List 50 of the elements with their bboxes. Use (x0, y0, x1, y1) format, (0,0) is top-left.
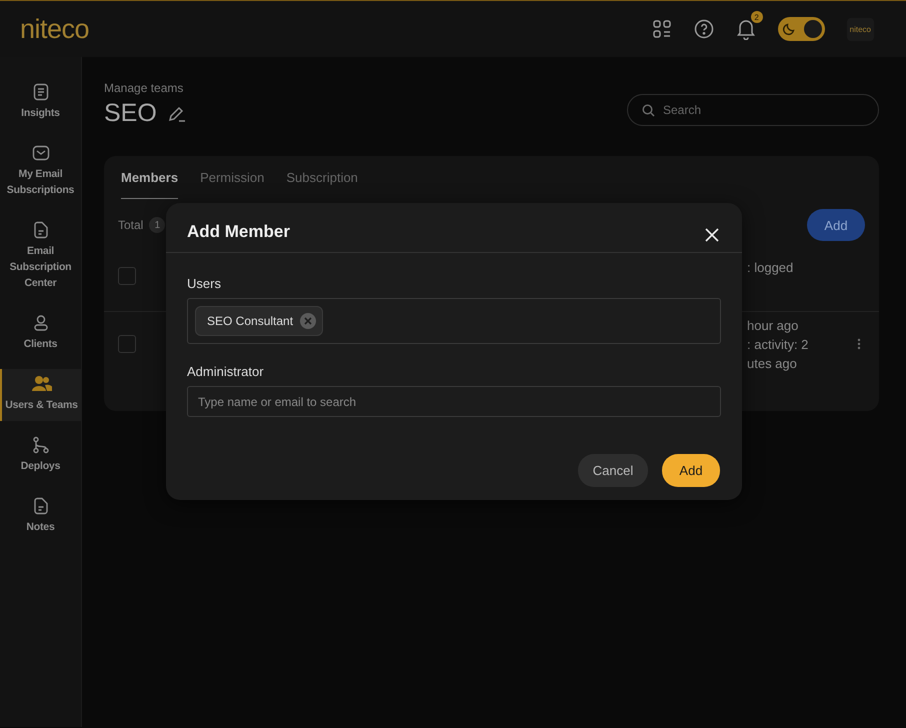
search-field[interactable]: Search (627, 94, 879, 126)
sidebar-item[interactable]: Users & Teams (0, 369, 81, 421)
dialog-title: Add Member (187, 222, 290, 242)
page-title: SEO (104, 99, 157, 128)
cancel-button[interactable]: Cancel (578, 454, 648, 487)
document-icon (32, 83, 50, 101)
moon-icon (782, 22, 796, 36)
close-icon[interactable] (704, 226, 720, 242)
user-chip[interactable]: SEO Consultant (195, 306, 324, 336)
add-button[interactable]: Add (807, 209, 865, 241)
table-cell-text: utes ago (747, 354, 798, 372)
sidebar-item[interactable]: Email Subscription Center (0, 215, 81, 308)
checkbox[interactable] (118, 335, 136, 353)
users-icon (32, 375, 52, 393)
sidebar-item[interactable]: My Email Subscriptions (0, 138, 81, 215)
add-button[interactable]: Add (662, 454, 720, 487)
remove-icon[interactable] (300, 313, 316, 329)
search-icon (642, 104, 655, 117)
total-label: Total (118, 218, 144, 232)
tab[interactable]: Permission (200, 170, 264, 199)
total-count: 1 (149, 217, 166, 233)
breadcrumb[interactable]: Manage teams (104, 81, 187, 95)
table-cell-text: hour ago (747, 316, 800, 334)
mail-icon (32, 144, 50, 162)
help-icon[interactable] (694, 19, 714, 39)
sidebar-item[interactable]: Clients (0, 308, 81, 369)
sidebar-item[interactable]: Insights (0, 77, 81, 138)
sidebar-item[interactable]: Deploys (0, 430, 81, 491)
field-label: Administrator (187, 364, 265, 379)
notification-badge: 2 (750, 11, 763, 23)
table-cell-text: : logged (747, 259, 794, 277)
field-label: Users (187, 276, 222, 291)
chip-label: SEO Consultant (207, 314, 294, 328)
more-icon[interactable] (857, 338, 861, 350)
user-icon (32, 314, 50, 332)
sidebar-item[interactable]: Notes (0, 491, 81, 552)
page-icon (32, 497, 50, 515)
theme-toggle[interactable] (778, 17, 825, 41)
avatar[interactable]: niteco (846, 18, 874, 40)
users-field[interactable]: SEO Consultant (187, 298, 721, 344)
tab[interactable]: Members (121, 170, 178, 199)
table-cell-text: : activity: 2 (747, 336, 810, 354)
administrator-field[interactable]: Type name or email to search (187, 386, 721, 417)
branch-icon (32, 436, 50, 454)
logo[interactable]: niteco (20, 14, 90, 44)
checkbox[interactable] (118, 267, 136, 285)
page-icon (32, 221, 50, 239)
tab[interactable]: Subscription (286, 170, 358, 199)
bell-icon[interactable] (736, 18, 756, 40)
apps-icon[interactable] (652, 19, 672, 39)
